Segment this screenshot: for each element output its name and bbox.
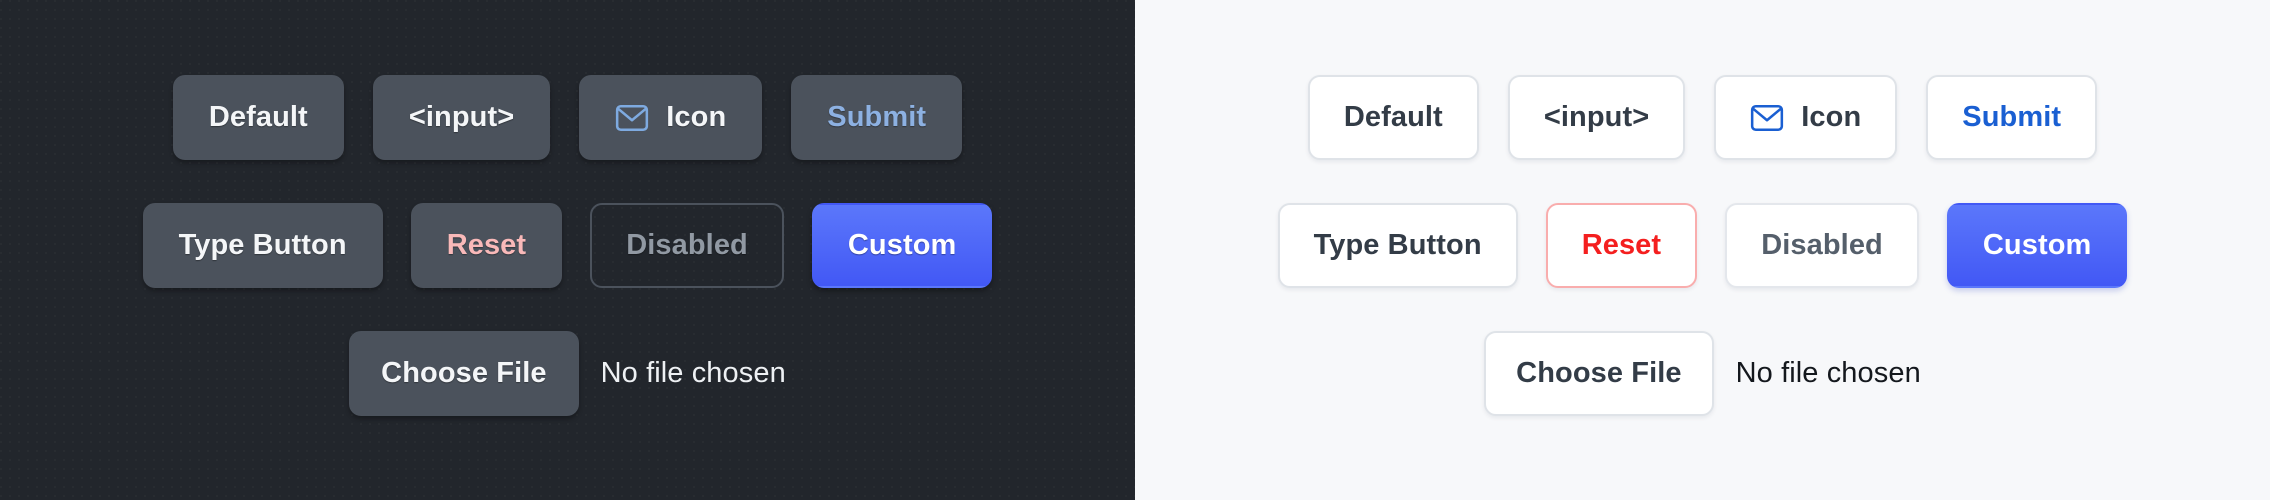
type-button-light[interactable]: Type Button (1277, 203, 1518, 288)
button-label: Default (1343, 101, 1443, 133)
submit-button-dark[interactable]: Submit (791, 75, 963, 160)
disabled-button-dark: Disabled (590, 203, 784, 288)
dark-button-rows: Default <input> Icon Submit Type Button … (142, 0, 993, 416)
button-label: Choose File (1516, 357, 1682, 389)
light-theme-panel: Default <input> Icon Submit Type Button … (1135, 0, 2270, 500)
custom-button-dark[interactable]: Custom (811, 203, 993, 288)
button-label: <input> (1543, 101, 1650, 133)
button-label: Reset (1581, 229, 1662, 261)
dark-button-row-2: Type Button Reset Disabled Custom (142, 203, 993, 288)
button-label: Custom (847, 229, 957, 261)
button-label: Submit (1962, 101, 2062, 133)
icon-button-dark[interactable]: Icon (579, 75, 763, 160)
input-button-dark[interactable]: <input> (372, 75, 551, 160)
choose-file-button-dark[interactable]: Choose File (349, 331, 579, 416)
button-label: Type Button (178, 229, 347, 261)
button-label: Disabled (626, 229, 748, 261)
button-label: Choose File (381, 357, 547, 389)
button-label: Custom (1982, 229, 2092, 261)
reset-button-dark[interactable]: Reset (410, 203, 563, 288)
file-input-light[interactable]: Choose File No file chosen (1484, 331, 1921, 416)
envelope-icon (1750, 104, 1784, 132)
button-label: <input> (408, 101, 515, 133)
choose-file-button-light[interactable]: Choose File (1484, 331, 1714, 416)
file-status-text-dark: No file chosen (600, 357, 786, 389)
submit-button-light[interactable]: Submit (1926, 75, 2098, 160)
file-input-dark[interactable]: Choose File No file chosen (349, 331, 786, 416)
default-button-dark[interactable]: Default (172, 75, 344, 160)
button-label: Disabled (1761, 229, 1883, 261)
reset-button-light[interactable]: Reset (1545, 203, 1698, 288)
custom-button-light[interactable]: Custom (1946, 203, 2128, 288)
button-label: Icon (1801, 101, 1862, 133)
file-status-text-light: No file chosen (1735, 357, 1921, 389)
button-label: Icon (666, 101, 727, 133)
light-button-row-1: Default <input> Icon Submit (1307, 75, 2098, 160)
button-label: Submit (827, 101, 927, 133)
input-button-light[interactable]: <input> (1507, 75, 1686, 160)
light-button-row-3: Choose File No file chosen (1484, 331, 1921, 416)
button-label: Type Button (1313, 229, 1482, 261)
type-button-dark[interactable]: Type Button (142, 203, 383, 288)
dark-button-row-3: Choose File No file chosen (349, 331, 786, 416)
dark-theme-panel: Default <input> Icon Submit Type Button … (0, 0, 1135, 500)
dark-button-row-1: Default <input> Icon Submit (172, 75, 963, 160)
icon-button-light[interactable]: Icon (1714, 75, 1898, 160)
default-button-light[interactable]: Default (1307, 75, 1479, 160)
light-button-row-2: Type Button Reset Disabled Custom (1277, 203, 2128, 288)
envelope-icon (615, 104, 649, 132)
disabled-button-light: Disabled (1725, 203, 1919, 288)
button-label: Reset (446, 229, 527, 261)
light-button-rows: Default <input> Icon Submit Type Button … (1277, 0, 2128, 416)
button-label: Default (208, 101, 308, 133)
